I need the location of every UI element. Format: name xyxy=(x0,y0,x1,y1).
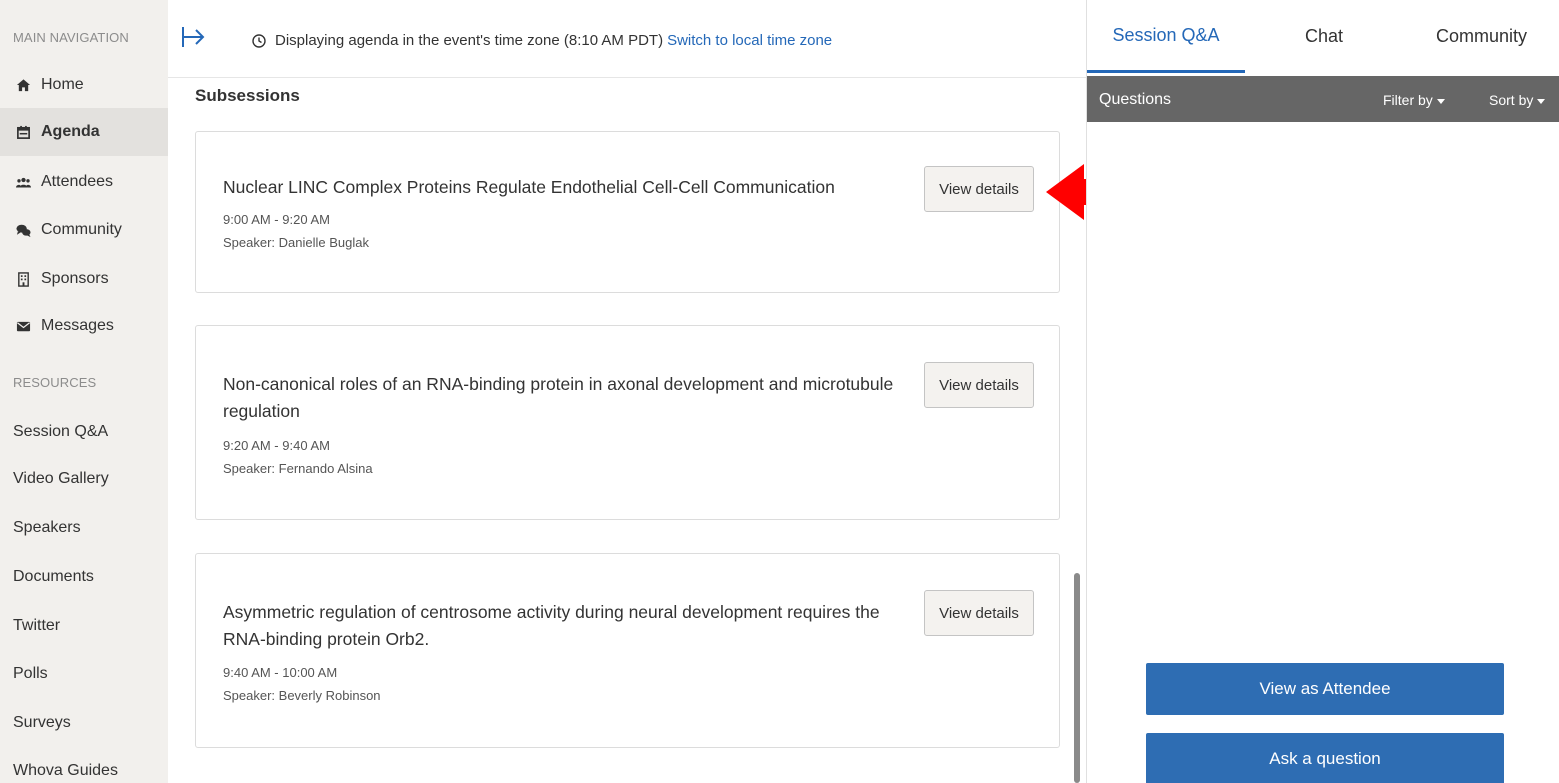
sidebar: MAIN NAVIGATION Home Agenda Attendees Co… xyxy=(0,0,168,783)
resource-session-qa[interactable]: Session Q&A xyxy=(13,423,108,441)
sidebar-item-label: Sponsors xyxy=(41,270,109,287)
timezone-notice: Displaying agenda in the event's time zo… xyxy=(252,32,832,49)
subsession-card: Nuclear LINC Complex Proteins Regulate E… xyxy=(195,131,1060,293)
resource-twitter[interactable]: Twitter xyxy=(13,617,60,635)
subsession-card: Non-canonical roles of an RNA-binding pr… xyxy=(195,325,1060,520)
subsession-title: Non-canonical roles of an RNA-binding pr… xyxy=(223,374,894,421)
filter-by-dropdown[interactable]: Filter by xyxy=(1383,92,1445,108)
caret-down-icon xyxy=(1436,98,1445,104)
timezone-bar: Displaying agenda in the event's time zo… xyxy=(168,0,1086,78)
envelope-icon xyxy=(14,317,32,335)
tab-chat[interactable]: Chat xyxy=(1245,0,1403,73)
view-details-button[interactable]: View details xyxy=(924,166,1034,212)
view-details-button[interactable]: View details xyxy=(924,590,1034,636)
subsession-time: 9:00 AM - 9:20 AM xyxy=(223,212,330,227)
sidebar-item-label: Agenda xyxy=(41,123,100,140)
view-as-attendee-button[interactable]: View as Attendee xyxy=(1146,663,1504,715)
sidebar-item-label: Community xyxy=(41,221,122,238)
sort-by-label: Sort by xyxy=(1489,92,1534,108)
right-panel: Session Q&A Chat Community Questions Fil… xyxy=(1086,0,1559,783)
main-content: Displaying agenda in the event's time zo… xyxy=(168,0,1086,783)
collapse-sidebar-icon[interactable] xyxy=(180,24,206,50)
sidebar-item-label: Attendees xyxy=(41,173,114,190)
chat-bubbles-icon xyxy=(14,221,32,239)
resources-heading: RESOURCES xyxy=(13,375,97,390)
building-icon xyxy=(14,270,32,288)
subsession-time: 9:40 AM - 10:00 AM xyxy=(223,665,338,680)
sidebar-item-community[interactable]: Community xyxy=(0,206,168,254)
subsession-speaker: Speaker: Danielle Buglak xyxy=(223,235,369,250)
ask-question-button[interactable]: Ask a question xyxy=(1146,733,1504,783)
resource-whova-guides[interactable]: Whova Guides xyxy=(13,762,118,780)
subsession-speaker: Speaker: Beverly Robinson xyxy=(223,688,381,703)
subsession-title: Nuclear LINC Complex Proteins Regulate E… xyxy=(223,177,835,197)
resource-polls[interactable]: Polls xyxy=(13,665,48,683)
subsessions-heading: Subsessions xyxy=(195,86,300,105)
subsession-title: Asymmetric regulation of centrosome acti… xyxy=(223,602,880,649)
main-navigation-heading: MAIN NAVIGATION xyxy=(13,30,129,45)
switch-timezone-link[interactable]: Switch to local time zone xyxy=(667,32,832,49)
view-details-button[interactable]: View details xyxy=(924,362,1034,408)
questions-label: Questions xyxy=(1099,91,1172,108)
caret-down-icon xyxy=(1537,98,1546,104)
users-icon xyxy=(14,173,32,191)
sidebar-item-label: Home xyxy=(41,76,84,93)
scrollbar-thumb[interactable] xyxy=(1074,573,1080,783)
sidebar-item-messages[interactable]: Messages xyxy=(0,302,168,350)
subsession-card: Asymmetric regulation of centrosome acti… xyxy=(195,553,1060,748)
subsession-speaker: Speaker: Fernando Alsina xyxy=(223,461,373,476)
sidebar-item-attendees[interactable]: Attendees xyxy=(0,158,168,206)
filter-by-label: Filter by xyxy=(1383,92,1433,108)
sidebar-item-home[interactable]: Home xyxy=(0,61,168,109)
sidebar-item-label: Messages xyxy=(41,317,114,334)
subsession-time: 9:20 AM - 9:40 AM xyxy=(223,438,330,453)
resource-documents[interactable]: Documents xyxy=(13,568,94,586)
resource-speakers[interactable]: Speakers xyxy=(13,519,81,537)
tab-session-qa[interactable]: Session Q&A xyxy=(1087,0,1245,73)
clock-icon xyxy=(252,33,266,48)
sort-by-dropdown[interactable]: Sort by xyxy=(1489,92,1546,108)
sidebar-item-sponsors[interactable]: Sponsors xyxy=(0,255,168,303)
resource-surveys[interactable]: Surveys xyxy=(13,714,71,732)
tab-community[interactable]: Community xyxy=(1403,0,1559,73)
calendar-icon xyxy=(14,123,32,141)
home-icon xyxy=(14,76,32,94)
timezone-text: Displaying agenda in the event's time zo… xyxy=(275,32,664,49)
sidebar-item-agenda[interactable]: Agenda xyxy=(0,108,168,156)
questions-bar: Questions Filter by Sort by xyxy=(1087,76,1559,122)
resource-video-gallery[interactable]: Video Gallery xyxy=(13,470,109,488)
